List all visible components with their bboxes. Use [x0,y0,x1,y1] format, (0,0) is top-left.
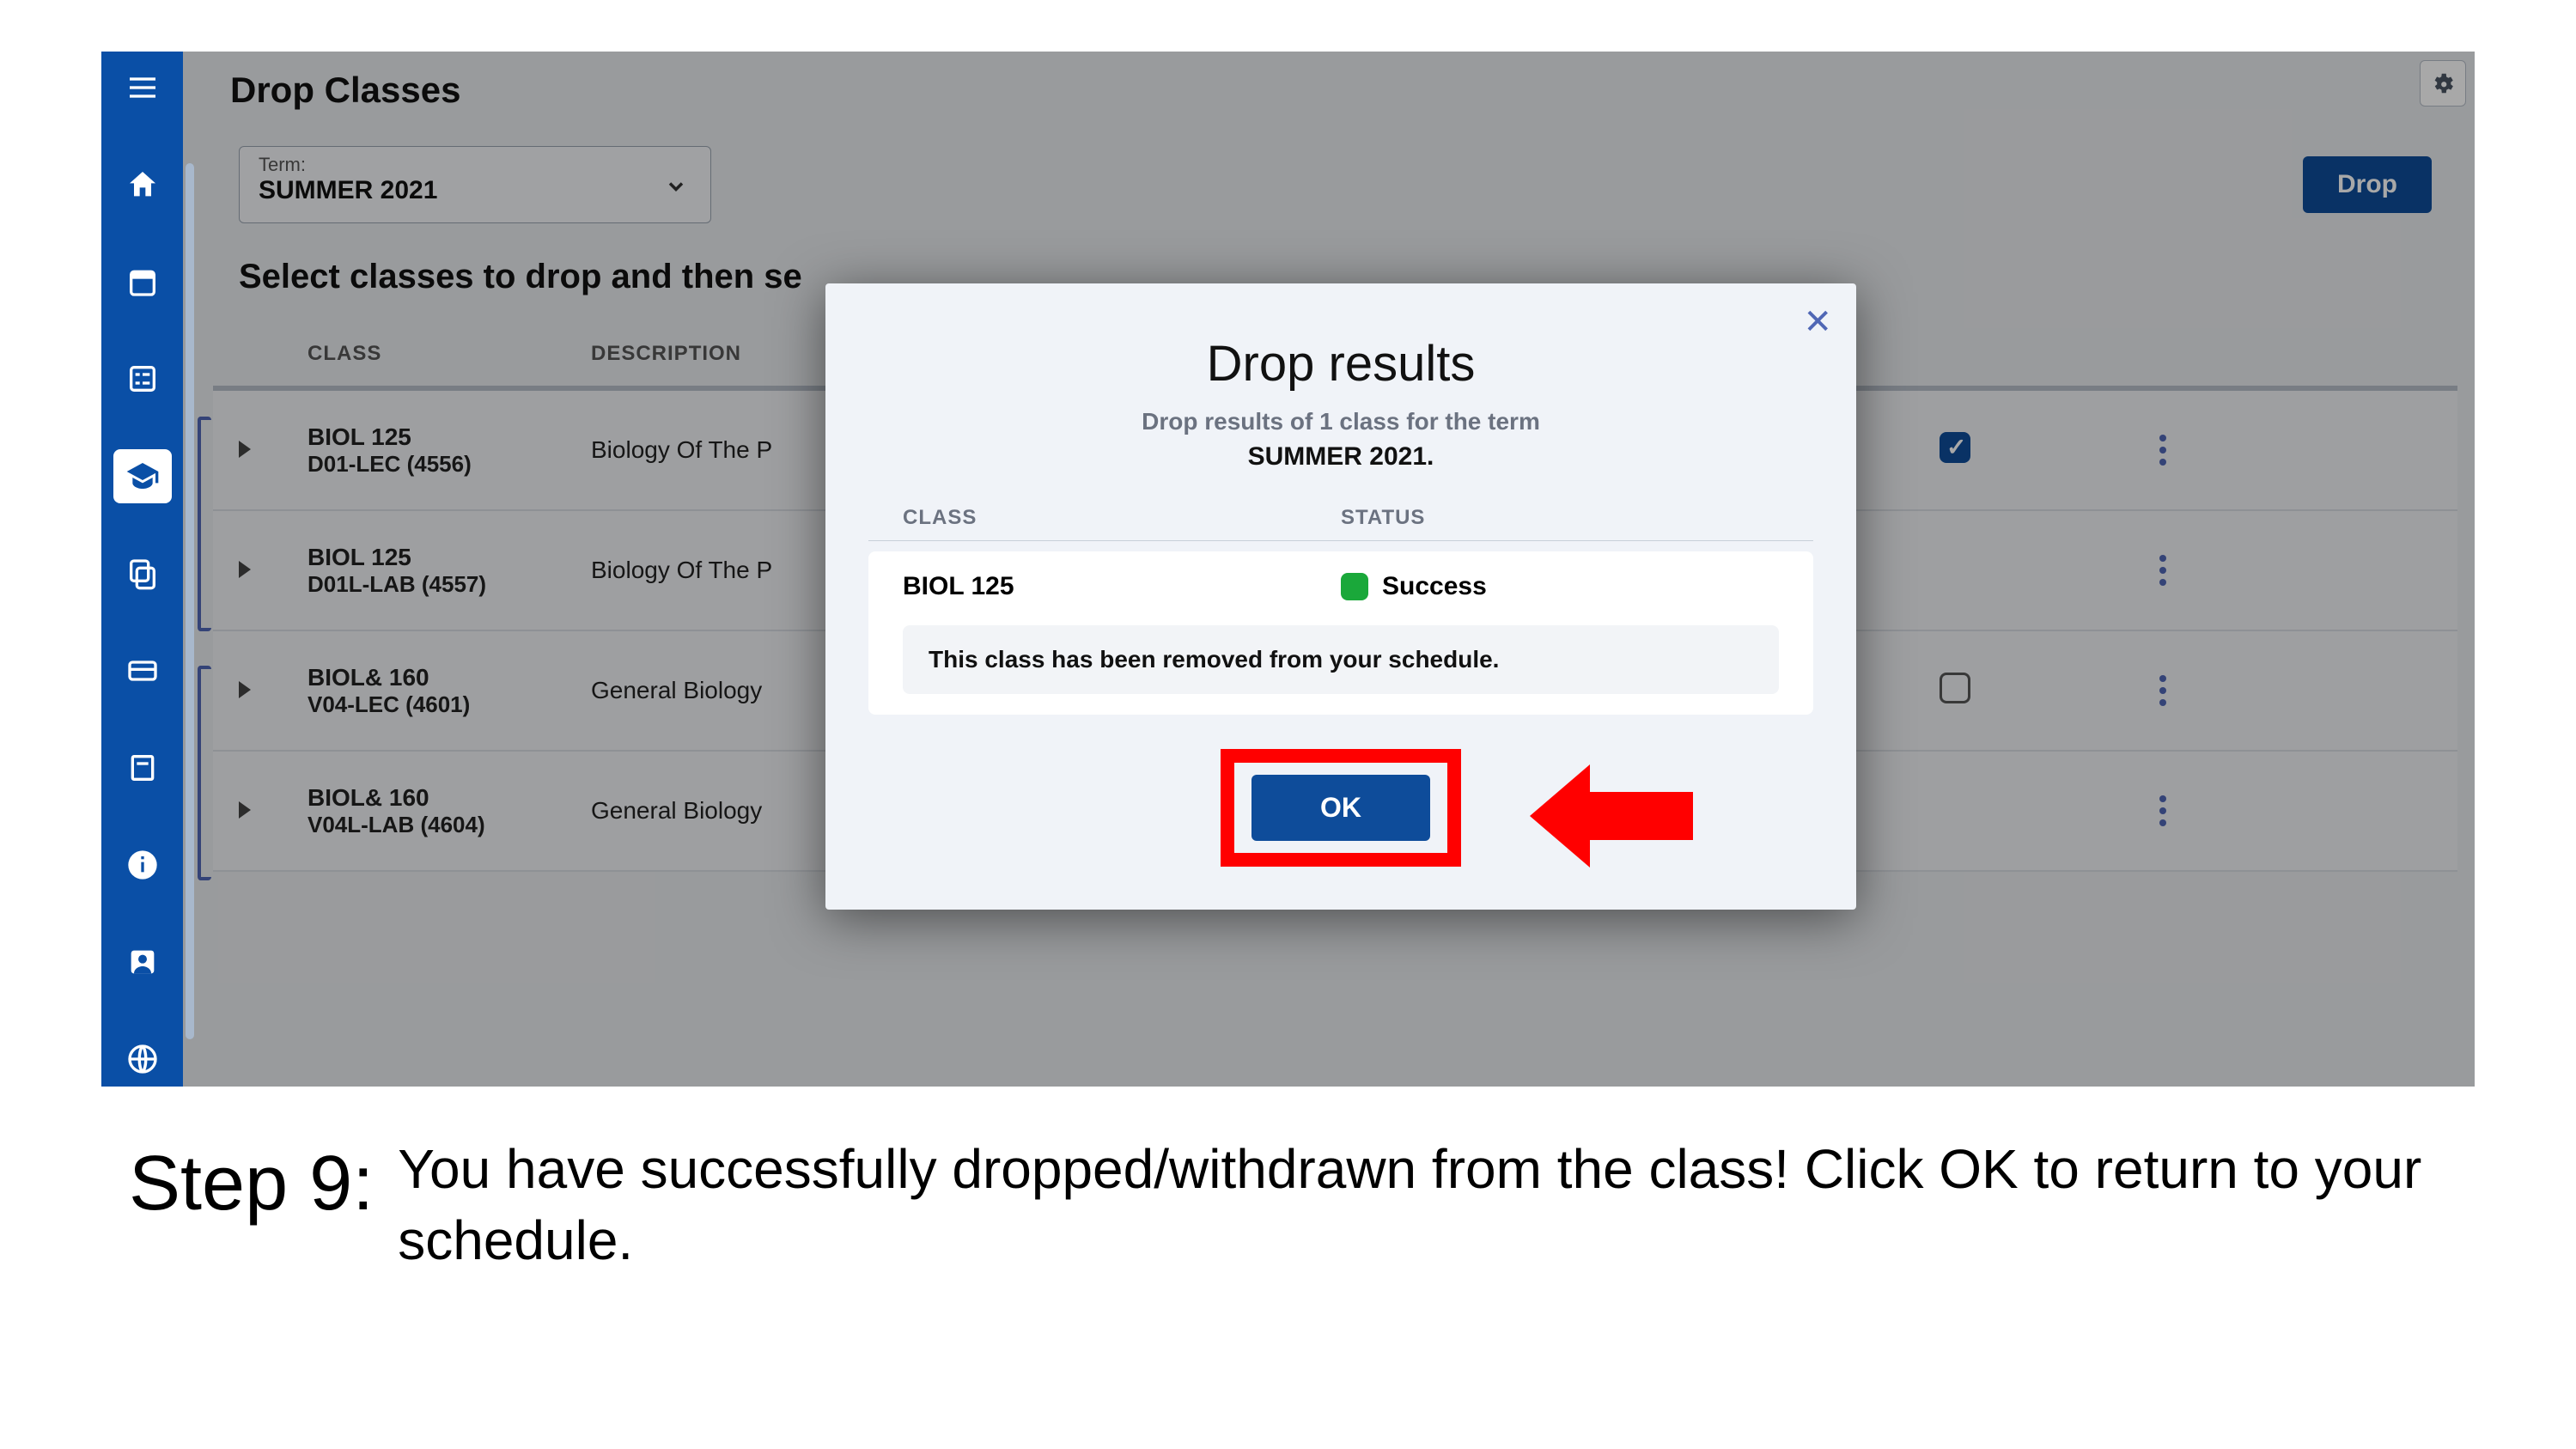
class-section: D01-LEC (4556) [308,451,591,478]
copy-icon[interactable] [113,546,172,600]
annotation-arrow [1530,764,1693,868]
select-checkbox[interactable] [1940,673,1970,703]
sidebar [101,52,183,1087]
ok-button[interactable]: OK [1251,775,1430,841]
class-section: V04L-LAB (4604) [308,812,591,838]
expand-row-icon[interactable] [239,677,308,704]
settings-gear-button[interactable] [2420,60,2466,107]
modal-col-status: STATUS [1341,506,1779,530]
term-value: SUMMER 2021 [259,176,691,205]
modal-row-class: BIOL 125 [903,572,1341,601]
expand-row-icon[interactable] [239,557,308,584]
info-icon[interactable] [113,838,172,892]
modal-col-class: CLASS [903,506,1341,530]
class-code: BIOL& 160 [308,784,591,812]
card-icon[interactable] [113,643,172,697]
modal-subtitle-2: SUMMER 2021. [868,442,1813,472]
expand-row-icon[interactable] [239,797,308,825]
modal-table-header: CLASS STATUS [868,496,1813,541]
term-select[interactable]: Term: SUMMER 2021 [239,146,711,223]
step-number: Step 9: [129,1134,374,1234]
modal-result-row: BIOL 125 Success This class has been rem… [868,551,1813,715]
class-code: BIOL 125 [308,423,591,451]
modal-title: Drop results [868,335,1813,393]
row-menu-button[interactable] [2128,435,2197,466]
close-icon[interactable]: ✕ [1803,302,1832,342]
row-menu-button[interactable] [2128,675,2197,706]
scroll-indicator [186,163,194,1039]
term-label: Term: [259,154,691,176]
select-checkbox[interactable] [1940,432,1970,463]
person-icon[interactable] [113,935,172,989]
screenshot-region: Drop Classes Term: SUMMER 2021 Drop Sele… [101,52,2475,1087]
modal-row-message: This class has been removed from your sc… [903,625,1779,694]
list-icon[interactable] [113,352,172,406]
group-bracket [198,417,211,631]
success-icon [1341,573,1368,600]
modal-row-status: Success [1382,572,1487,601]
step-caption: Step 9: You have successfully dropped/wi… [129,1134,2447,1276]
class-code: BIOL 125 [308,544,591,571]
page-title: Drop Classes [230,70,460,111]
expand-row-icon[interactable] [239,436,308,464]
class-section: D01L-LAB (4557) [308,571,591,598]
group-bracket [198,666,211,880]
globe-icon[interactable] [113,1032,172,1087]
menu-icon[interactable] [113,60,172,114]
modal-subtitle-1: Drop results of 1 class for the term [868,408,1813,435]
book-icon[interactable] [113,740,172,795]
row-menu-button[interactable] [2128,795,2197,826]
step-text: You have successfully dropped/withdrawn … [398,1134,2447,1276]
grad-cap-icon[interactable] [113,449,172,503]
highlight-box: OK [1221,749,1461,867]
row-menu-button[interactable] [2128,555,2197,586]
chevron-down-icon [664,174,688,203]
calendar-icon[interactable] [113,254,172,308]
class-code: BIOL& 160 [308,664,591,691]
class-section: V04-LEC (4601) [308,691,591,718]
drop-results-modal: ✕ Drop results Drop results of 1 class f… [825,283,1856,910]
home-icon[interactable] [113,157,172,211]
col-class: CLASS [308,342,591,366]
drop-button[interactable]: Drop [2303,156,2432,213]
